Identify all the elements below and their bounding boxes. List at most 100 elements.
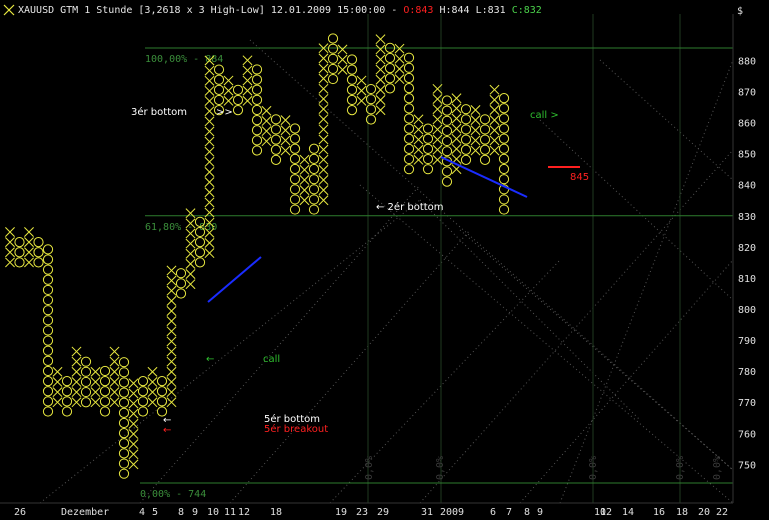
chart-window: 0,0% 0,0% 0,0% 0,0% 0,0% 100,00% - 884 61,80% … <box>0 0 769 520</box>
fib-level-label: 100,00% - 884 <box>145 54 223 65</box>
o-box <box>308 174 320 185</box>
o-box <box>42 294 54 306</box>
o-box <box>156 386 168 397</box>
time-tick-label: 18 <box>270 507 282 518</box>
time-tick-label: 6 <box>490 507 496 518</box>
header-close: C:832 <box>512 5 542 16</box>
o-box <box>422 164 434 175</box>
o-box <box>42 355 54 366</box>
o-box <box>213 74 225 85</box>
o-box <box>194 247 206 258</box>
o-box <box>270 124 282 135</box>
o-box <box>403 143 415 155</box>
o-box <box>14 247 25 258</box>
o-box <box>327 63 339 75</box>
time-tick-label: Dezember <box>61 507 109 518</box>
o-box <box>99 386 111 397</box>
diagonal-line <box>419 149 734 504</box>
o-box <box>308 153 320 164</box>
time-tick-label: 9 <box>537 507 543 518</box>
o-box <box>460 124 472 135</box>
o-box <box>403 103 415 114</box>
o-box <box>460 134 472 145</box>
o-box <box>42 254 54 265</box>
o-box <box>42 264 54 275</box>
o-box <box>99 396 111 407</box>
price-tick-label: 750 <box>738 460 756 471</box>
o-box <box>42 365 54 377</box>
o-box <box>33 237 44 248</box>
x-mark-icon <box>3 4 15 16</box>
header-high: H:844 <box>439 5 475 16</box>
pnf-chart: 0,0% 0,0% 0,0% 0,0% 0,0% 100,00% - 884 61,80% … <box>0 0 769 520</box>
o-box <box>403 133 415 144</box>
o-box <box>498 133 510 144</box>
o-box <box>118 458 130 469</box>
o-box <box>156 376 168 387</box>
time-tick-label: 14 <box>622 507 634 518</box>
time-tick-label: 5 <box>152 507 158 518</box>
level-845-label: 845 <box>570 172 589 183</box>
o-box <box>270 114 282 125</box>
diagonal-level-label: 0,0% <box>364 456 375 480</box>
o-box <box>118 428 130 439</box>
o-box <box>498 204 510 215</box>
o-box <box>213 94 225 106</box>
chart-header: XAUUSD GTM 1 Stunde [3,2618 x 3 High-Low… <box>18 5 542 16</box>
o-box <box>441 125 453 137</box>
o-box <box>175 278 187 289</box>
o-box <box>137 396 149 407</box>
o-box <box>33 247 44 258</box>
o-box <box>346 94 358 106</box>
diagonal-level-label: 0,0% <box>675 456 686 480</box>
o-box <box>251 135 263 146</box>
o-box <box>80 366 92 377</box>
o-box <box>327 53 339 64</box>
price-tick-label: 770 <box>738 398 756 409</box>
o-box <box>289 123 301 134</box>
o-box <box>441 115 453 126</box>
o-box <box>14 257 25 268</box>
price-tick-label: 850 <box>738 150 756 161</box>
o-box <box>346 74 358 85</box>
diagonal-line <box>419 199 641 421</box>
o-box <box>118 438 130 449</box>
o-box <box>118 377 130 388</box>
o-box <box>498 163 510 175</box>
o-box <box>118 468 130 479</box>
o-box <box>403 62 415 73</box>
o-box <box>251 125 263 136</box>
o-box <box>403 93 415 104</box>
o-box <box>441 146 453 157</box>
o-box <box>42 274 54 285</box>
o-box <box>251 84 263 95</box>
o-box <box>441 176 453 187</box>
o-box <box>99 376 111 387</box>
o-box <box>213 84 225 95</box>
o-box <box>42 335 54 346</box>
o-box <box>99 365 111 377</box>
o-box <box>99 406 111 417</box>
time-tick-label: 22 <box>716 507 728 518</box>
time-tick-label: 12 <box>238 507 250 518</box>
bottom-2-label: ← 2ér bottom <box>376 201 444 213</box>
o-box <box>156 396 168 407</box>
time-tick-label: 16 <box>653 507 665 518</box>
o-box <box>61 386 73 397</box>
o-box <box>403 72 415 84</box>
o-box <box>441 166 453 177</box>
header-open: O:843 <box>403 5 439 16</box>
diagonal-level-label: 0,0% <box>435 456 446 480</box>
diagonal-line <box>229 229 471 504</box>
diagonal-line <box>359 184 734 504</box>
o-box <box>308 143 320 154</box>
o-box <box>137 386 149 397</box>
o-box <box>346 54 358 65</box>
price-tick-label: 880 <box>738 56 756 67</box>
price-tick-label: 840 <box>738 181 756 192</box>
o-box <box>327 73 339 85</box>
trend-line <box>207 256 262 303</box>
o-box <box>384 63 396 74</box>
price-tick-label: 860 <box>738 119 756 130</box>
call-arrow: ← <box>206 354 214 365</box>
